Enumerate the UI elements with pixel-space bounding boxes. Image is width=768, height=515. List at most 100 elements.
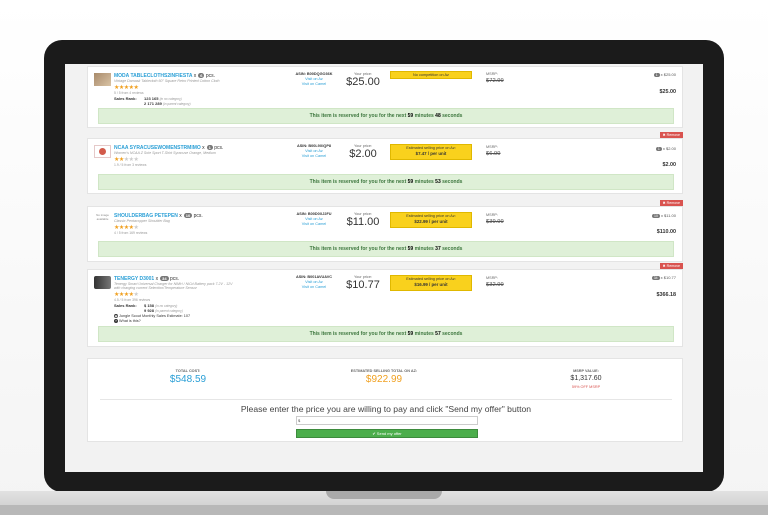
sales-rank-2: 2 171 289 (in parent category) xyxy=(144,101,191,107)
cart-item: ✖ Remove No image available SHOULDERBAG … xyxy=(87,200,683,262)
sales-rank-label: Sales Rank: xyxy=(114,303,137,308)
msrp-label: MSRP: xyxy=(486,72,499,76)
asin-block: ASIN: B001AVUAVC Visit on Az Visit on Ca… xyxy=(284,275,344,290)
offer-price-input[interactable] xyxy=(296,416,478,425)
laptop-base-bottom xyxy=(0,505,768,515)
msrp: MSRP: $39.99 xyxy=(486,211,504,226)
totals-panel: TOTAL COST: $548.59 ESTIMATED SELLING TO… xyxy=(87,358,683,442)
estimate-label: No competition on Az xyxy=(413,73,449,77)
reserved-banner: This item is reserved for you for the ne… xyxy=(98,108,674,124)
visit-camel-link[interactable]: Visit on Camel xyxy=(284,285,344,290)
your-price-value: $2.00 xyxy=(349,148,377,160)
item-subtitle: Vintage Damask Tablecloth 60" Square Ret… xyxy=(114,79,220,83)
your-price: Your price: $11.00 xyxy=(338,212,388,229)
rating-stars: ★★★★★ xyxy=(114,224,139,231)
qty-badge: 6 xyxy=(198,73,205,78)
product-thumbnail[interactable] xyxy=(94,73,111,86)
msrp-label: MSRP: xyxy=(486,276,499,280)
msrp-value: $39.99 xyxy=(486,219,504,225)
visit-camel-link[interactable]: Visit on Camel xyxy=(284,82,344,87)
unit-qty-badge: 1 xyxy=(655,147,662,151)
item-x: x xyxy=(179,213,182,219)
your-price: Your price: $10.77 xyxy=(338,275,388,292)
visit-camel-link[interactable]: Visit on Camel xyxy=(284,154,344,159)
unit-price: x $11.00 xyxy=(660,213,676,218)
item-subtitle: Women's NCAA Z Sole Sport T-Shirt Syracu… xyxy=(114,151,216,155)
line-total: $25.00 xyxy=(659,89,677,95)
estimated-total-value: $922.99 xyxy=(365,374,403,385)
unit-line: 1x $25.00 xyxy=(653,72,676,77)
qty-badge: 1 xyxy=(206,145,213,150)
reserved-minutes-word: minutes xyxy=(413,246,436,252)
product-thumbnail[interactable] xyxy=(94,145,111,158)
remove-button[interactable]: ✖ Remove xyxy=(659,200,683,206)
rating-reviews: 1.9 / 5 from 3 reviews xyxy=(114,163,147,167)
unit-price: x $25.00 xyxy=(660,72,676,77)
estimate-box: No competition on Az xyxy=(390,71,472,79)
line-total: $2.00 xyxy=(662,162,677,168)
total-cost: TOTAL COST: $548.59 xyxy=(148,369,228,387)
cart-item: ✖ Remove NCAA SYRACUSEWOMENSTRMIMO x1 pc… xyxy=(87,132,683,194)
unit-qty-badge: 1 xyxy=(653,73,660,77)
msrp-off-percent: 59% OFF MSRP xyxy=(571,385,601,389)
msrp-value: $72.99 xyxy=(486,78,504,84)
sales-rank-label: Sales Rank: xyxy=(114,96,137,101)
sales-rank-2-note: (in parent category) xyxy=(155,309,183,313)
reserved-minutes-word: minutes xyxy=(413,179,436,185)
rating-reviews: 5 / 5 from 4 reviews xyxy=(114,91,144,95)
line-total: $110.00 xyxy=(656,229,676,235)
your-price-value: $10.77 xyxy=(346,279,380,291)
reserved-text: This item is reserved for you for the ne… xyxy=(309,179,408,185)
what-is-this-line[interactable]: ? What is this? xyxy=(114,319,141,323)
cart-item: ✖ Remove TENERGY D3001 x 34 pcs. Tenergy … xyxy=(87,263,683,347)
asin-block: ASIN: B00L9XIQP8 Visit on Az Visit on Ca… xyxy=(284,144,344,159)
line-total: $366.18 xyxy=(656,292,677,298)
msrp: MSRP: $72.99 xyxy=(486,70,504,85)
sales-rank: Sales Rank: 123 165 (in no category) 2 1… xyxy=(114,96,191,106)
rating-reviews: 4 / 5 from 169 reviews xyxy=(114,231,148,235)
msrp-label: MSRP: xyxy=(486,145,499,149)
msrp: MSRP: $32.99 xyxy=(486,274,504,289)
laptop-notch xyxy=(326,491,442,499)
sales-rank-2-value: 2 171 289 xyxy=(144,101,162,106)
reserved-minutes-word: minutes xyxy=(413,331,436,337)
unit-line: 10 x $11.00 xyxy=(652,213,676,218)
rating-stars: ★★★★★ xyxy=(114,84,139,91)
estimate-box: Estimated selling price on Az: $7.47 / p… xyxy=(390,144,472,160)
msrp-value: MSRP VALUE: $1,317.60 59% OFF MSRP xyxy=(546,369,626,389)
sales-rank: Sales Rank: $ 158 (in no category) 9 928… xyxy=(114,303,183,313)
msrp-label: MSRP: xyxy=(486,213,499,217)
cart-item: MODA TABLECLOTHS2INFIESTA x6 pcs. Vintag… xyxy=(87,66,683,128)
unit-price: x $10.77 xyxy=(660,275,676,280)
product-thumbnail[interactable] xyxy=(94,276,111,289)
visit-camel-link[interactable]: Visit on Camel xyxy=(284,222,344,227)
estimate-unit-price: $16.99 / per unit xyxy=(414,282,448,287)
unit-line: 1x $2.00 xyxy=(655,146,676,151)
reserved-seconds-word: seconds xyxy=(440,331,463,337)
remove-button[interactable]: ✖ Remove xyxy=(659,263,683,269)
asin-block: ASIN: B00D0XJ2FU Visit on Az Visit on Ca… xyxy=(284,212,344,227)
reserved-banner: This item is reserved for you for the ne… xyxy=(98,174,674,190)
reserved-seconds-word: seconds xyxy=(440,246,463,252)
msrp-value: $32.99 xyxy=(486,282,504,288)
send-offer-button[interactable]: ✔ Send my offer xyxy=(296,429,478,438)
your-price-value: $25.00 xyxy=(346,76,380,88)
msrp-value: $6.99 xyxy=(486,151,501,157)
reserved-seconds-word: seconds xyxy=(440,179,463,185)
what-is-this-link[interactable]: What is this? xyxy=(119,319,141,323)
msrp-value-amount: $1,317.60 xyxy=(570,375,602,382)
no-image-placeholder[interactable]: No image available xyxy=(94,213,111,226)
reserved-text: This item is reserved for you for the ne… xyxy=(309,331,408,337)
total-cost-value: $548.59 xyxy=(169,374,207,385)
your-price: Your price: $2.00 xyxy=(338,144,388,161)
currency-prefix: $ xyxy=(298,418,301,423)
remove-button[interactable]: ✖ Remove xyxy=(659,132,683,138)
reserved-text: This item is reserved for you for the ne… xyxy=(309,246,408,252)
reserved-minutes-word: minutes xyxy=(413,113,436,119)
asin-block: ASIN: B00DQGO36K Visit on Az Visit on Ca… xyxy=(284,72,344,87)
sales-rank-2-note: (in parent category) xyxy=(162,102,191,106)
estimated-total: ESTIMATED SELLING TOTAL ON AZ: $922.99 xyxy=(334,369,434,387)
jungle-scout-icon: ▣ xyxy=(114,314,118,318)
msrp: MSRP: $6.99 xyxy=(486,143,501,158)
offer-prompt: Please enter the price you are willing t… xyxy=(240,404,532,414)
